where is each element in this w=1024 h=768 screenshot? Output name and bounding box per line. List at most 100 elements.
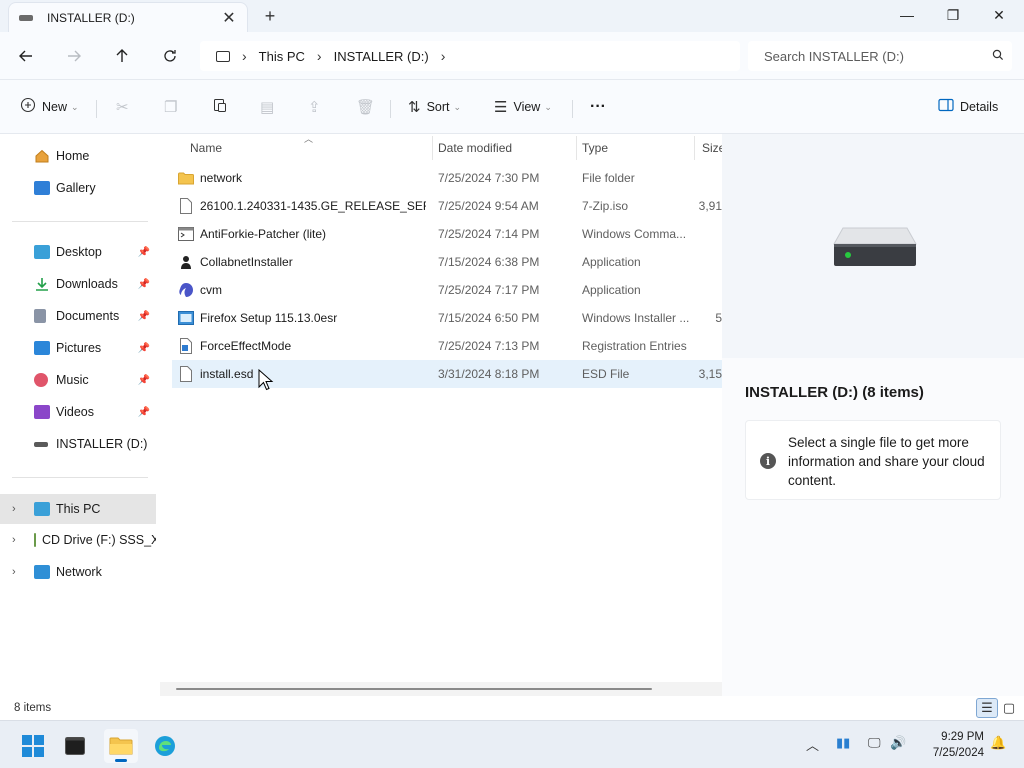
nav-item-home[interactable]: Home: [0, 142, 156, 170]
mouse-cursor-icon: [258, 369, 274, 391]
pin-icon[interactable]: 📌: [138, 247, 150, 258]
windows-logo-icon: [22, 735, 44, 757]
drive-icon: [19, 14, 33, 21]
divider: [96, 100, 97, 118]
chevron-right-icon[interactable]: ›: [12, 566, 16, 578]
nav-item-installer[interactable]: INSTALLER (D:): [0, 430, 156, 458]
tiles-view-button[interactable]: ▢: [998, 698, 1020, 718]
file-row[interactable]: Firefox Setup 115.13.0esr 7/15/2024 6:50…: [172, 304, 722, 332]
tray-app-icon[interactable]: ▮▮: [836, 735, 850, 751]
breadcrumb-this-pc[interactable]: This PC: [259, 49, 305, 64]
cut-button[interactable]: ✂: [116, 94, 135, 120]
clock[interactable]: 9:29 PM 7/25/2024: [914, 729, 984, 761]
rename-button[interactable]: ▤: [260, 94, 280, 120]
nav-label: Desktop: [56, 245, 102, 259]
file-date: 7/15/2024 6:38 PM: [438, 255, 540, 269]
file-row[interactable]: AntiForkie-Patcher (lite) 7/25/2024 7:14…: [172, 220, 722, 248]
chevron-right-icon[interactable]: ›: [12, 534, 16, 546]
terminal-button[interactable]: [58, 729, 92, 763]
nav-item-pictures[interactable]: Pictures 📌: [0, 334, 156, 362]
search-box[interactable]: [748, 41, 1012, 71]
file-size: [692, 220, 722, 248]
nav-item-documents[interactable]: Documents 📌: [0, 302, 156, 330]
pictures-icon: [34, 341, 50, 355]
start-button[interactable]: [16, 729, 50, 763]
details-pane-button[interactable]: Details: [938, 94, 998, 120]
back-button[interactable]: [12, 42, 40, 70]
show-hidden-icons-button[interactable]: ︿: [806, 735, 819, 754]
desktop-icon: [34, 245, 50, 259]
delete-button[interactable]: 🗑: [356, 94, 381, 120]
pin-icon[interactable]: 📌: [138, 407, 150, 418]
scrollbar-thumb[interactable]: [176, 688, 652, 690]
file-size: 3,15: [698, 367, 722, 381]
file-explorer-button[interactable]: [104, 729, 138, 763]
share-button[interactable]: ⇪: [308, 94, 327, 120]
nav-item-gallery[interactable]: Gallery: [0, 174, 156, 202]
nav-item-downloads[interactable]: Downloads 📌: [0, 270, 156, 298]
forward-button[interactable]: [60, 42, 88, 70]
new-button[interactable]: New ⌄: [20, 94, 79, 120]
file-type: Application: [582, 283, 641, 297]
chevron-right-icon[interactable]: ›: [12, 503, 16, 515]
cd-drive-icon: [34, 533, 36, 547]
nav-item-videos[interactable]: Videos 📌: [0, 398, 156, 426]
nav-item-this-pc[interactable]: › This PC: [0, 494, 156, 524]
column-header-date[interactable]: Date modified: [432, 134, 576, 162]
file-row[interactable]: 26100.1.240331-1435.GE_RELEASE_SERVE... …: [172, 192, 722, 220]
more-options-button[interactable]: ···: [590, 94, 606, 120]
file-row[interactable]: CollabnetInstaller 7/15/2024 6:38 PM App…: [172, 248, 722, 276]
tab-installer[interactable]: INSTALLER (D:) ✕: [8, 2, 248, 32]
address-bar[interactable]: › This PC › INSTALLER (D:) ›: [200, 41, 740, 71]
arrow-left-icon: [19, 50, 32, 62]
file-explorer-icon: [109, 737, 133, 755]
view-button[interactable]: ☰ View ⌄: [494, 94, 552, 120]
copy-icon: ❐: [164, 99, 178, 116]
column-header-name[interactable]: Name: [184, 134, 432, 162]
nav-item-cd-drive[interactable]: › CD Drive (F:) SSS_X6: [0, 526, 156, 554]
breadcrumb-installer[interactable]: INSTALLER (D:): [334, 49, 429, 64]
file-row[interactable]: install.esd 3/31/2024 8:18 PM ESD File 3…: [172, 360, 722, 388]
up-button[interactable]: [108, 42, 136, 70]
edge-button[interactable]: [148, 729, 182, 763]
pin-icon[interactable]: 📌: [138, 311, 150, 322]
column-divider[interactable]: [694, 136, 695, 160]
refresh-button[interactable]: [156, 42, 184, 70]
sort-button[interactable]: ⇅ Sort ⌄: [408, 94, 461, 120]
network-status-icon[interactable]: 🖵: [868, 735, 881, 751]
nav-item-desktop[interactable]: Desktop 📌: [0, 238, 156, 266]
file-row[interactable]: cvm 7/25/2024 7:17 PM Application: [172, 276, 722, 304]
details-view-button[interactable]: ☰: [976, 698, 998, 718]
search-input[interactable]: [764, 48, 984, 64]
file-row[interactable]: network 7/25/2024 7:30 PM File folder: [172, 164, 722, 192]
file-name: Firefox Setup 115.13.0esr: [200, 311, 338, 325]
paste-button[interactable]: [212, 94, 234, 120]
copy-button[interactable]: ❐: [164, 94, 183, 120]
new-tab-button[interactable]: +: [260, 6, 280, 26]
file-size: 5: [715, 311, 722, 325]
nav-item-music[interactable]: Music 📌: [0, 366, 156, 394]
folder-icon: [178, 170, 194, 186]
file-name: CollabnetInstaller: [200, 255, 293, 269]
column-header-type[interactable]: Type: [576, 134, 694, 162]
minimize-button[interactable]: —: [884, 0, 930, 30]
pin-icon[interactable]: 📌: [138, 343, 150, 354]
breadcrumb-separator[interactable]: ›: [441, 48, 446, 64]
command-bar: New ⌄ ✂ ❐ ▤ ⇪ 🗑 ⇅ Sort ⌄ ☰ View ⌄ ··· De…: [0, 80, 1024, 134]
sort-icon: ⇅: [408, 99, 421, 116]
pin-icon[interactable]: 📌: [138, 279, 150, 290]
divider: [572, 100, 573, 118]
hard-drive-icon: [833, 227, 917, 266]
file-row[interactable]: ForceEffectMode 7/25/2024 7:13 PM Regist…: [172, 332, 722, 360]
nav-item-network[interactable]: › Network: [0, 558, 156, 586]
cvm-app-icon: [178, 282, 194, 298]
close-button[interactable]: ✕: [976, 0, 1022, 30]
maximize-button[interactable]: ❐: [930, 0, 976, 30]
pin-icon[interactable]: 📌: [138, 375, 150, 386]
horizontal-scrollbar[interactable]: [160, 682, 722, 696]
tab-close-button[interactable]: ✕: [219, 8, 239, 28]
notification-bell-icon[interactable]: 🔔: [990, 735, 1006, 751]
volume-icon[interactable]: 🔊: [890, 735, 906, 751]
address-row: › This PC › INSTALLER (D:) ›: [0, 32, 1024, 80]
column-header-size[interactable]: Size: [696, 134, 722, 162]
